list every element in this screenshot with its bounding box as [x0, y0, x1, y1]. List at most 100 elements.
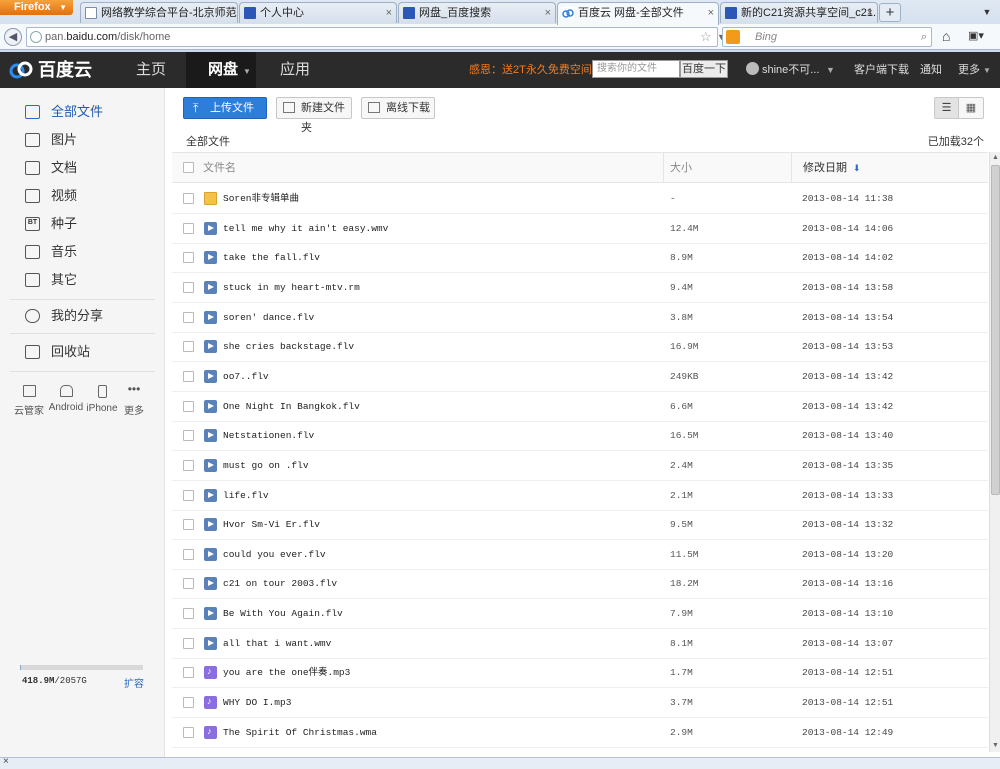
- table-row[interactable]: she cries backstage.flv 16.9M 2013-08-14 1…: [172, 332, 988, 363]
- grid-view-icon[interactable]: ▦: [959, 98, 983, 118]
- close-icon[interactable]: ×: [3, 756, 9, 767]
- table-row[interactable]: all that i want.wmv 8.1M 2013-08-14 13:07: [172, 629, 988, 659]
- file-name[interactable]: oo7..flv: [223, 362, 269, 392]
- promo-link[interactable]: 感恩：送2T永久免费空间: [469, 52, 592, 88]
- table-row[interactable]: stuck in my heart-mtv.rm 9.4M 2013-08-14 1…: [172, 273, 988, 303]
- close-icon[interactable]: ×: [227, 3, 233, 23]
- upload-button[interactable]: ⤒ 上传文件: [183, 97, 267, 119]
- row-checkbox[interactable]: [183, 608, 194, 620]
- row-checkbox[interactable]: [183, 252, 194, 264]
- table-row[interactable]: Netstationen.flv 16.5M 2013-08-14 13:40: [172, 421, 988, 452]
- file-name[interactable]: Soren非专辑单曲: [223, 184, 299, 214]
- device-cloud-manager[interactable]: 云管家: [11, 385, 47, 417]
- bookmark-star-icon[interactable]: ☆: [700, 28, 712, 46]
- offline-download-button[interactable]: 离线下载: [361, 97, 435, 119]
- file-name[interactable]: could you ever.flv: [223, 540, 326, 570]
- scrollbar[interactable]: ▲ ▼: [989, 152, 1000, 752]
- row-checkbox[interactable]: [183, 400, 194, 412]
- file-name[interactable]: WHY DO I.mp3: [223, 688, 291, 718]
- browser-tab[interactable]: 网络教学综合平台-北京师范... ×: [80, 2, 238, 23]
- browser-tab[interactable]: 新的C21资源共享空间_c21... ×: [720, 2, 878, 23]
- search-icon[interactable]: ⌕: [921, 28, 927, 46]
- row-checkbox[interactable]: [183, 667, 194, 679]
- row-checkbox[interactable]: [183, 430, 194, 442]
- column-header-date[interactable]: 修改日期 ⬇: [791, 153, 861, 183]
- tab-list-icon[interactable]: ▼: [977, 3, 997, 22]
- table-row[interactable]: must go on .flv 2.4M 2013-08-14 13:35: [172, 451, 988, 481]
- row-checkbox[interactable]: [183, 281, 194, 293]
- device-more[interactable]: ••• 更多: [116, 383, 152, 417]
- sidebar-item-music[interactable]: 音乐: [0, 238, 165, 266]
- scroll-thumb[interactable]: [991, 165, 1000, 495]
- file-name[interactable]: life.flv: [223, 481, 269, 511]
- file-name[interactable]: One Night In Bangkok.flv: [223, 392, 360, 422]
- file-name[interactable]: must go on .flv: [223, 451, 309, 481]
- table-row[interactable]: Be With You Again.flv 7.9M 2013-08-14 13:1…: [172, 599, 988, 630]
- file-name[interactable]: Hvor Sm-Vi Er.flv: [223, 510, 320, 540]
- row-checkbox[interactable]: [183, 311, 194, 323]
- row-checkbox[interactable]: [183, 726, 194, 738]
- file-search-input[interactable]: 搜索你的文件: [592, 60, 680, 78]
- browser-tab-active[interactable]: 百度云 网盘-全部文件 ×: [557, 2, 719, 25]
- select-all-checkbox[interactable]: [183, 162, 194, 173]
- expand-storage-link[interactable]: 扩容: [124, 675, 144, 690]
- breadcrumb[interactable]: 全部文件: [186, 133, 230, 149]
- sidebar-item-my-shares[interactable]: 我的分享: [0, 302, 165, 330]
- list-view-icon[interactable]: ☰: [935, 98, 959, 118]
- table-row[interactable]: Hvor Sm-Vi Er.flv 9.5M 2013-08-14 13:32: [172, 510, 988, 541]
- row-checkbox[interactable]: [183, 222, 194, 234]
- file-name[interactable]: The Spirit Of Christmas.wma: [223, 718, 377, 748]
- table-row[interactable]: tell me why it ain't easy.wmv 12.4M 2013-0…: [172, 214, 988, 244]
- device-iphone[interactable]: iPhone: [84, 385, 120, 414]
- column-header-size[interactable]: 大小: [663, 153, 791, 183]
- close-icon[interactable]: ×: [386, 3, 392, 23]
- row-checkbox[interactable]: [183, 637, 194, 649]
- extension-menu-icon[interactable]: ▣▾: [968, 29, 988, 43]
- nav-netdisk[interactable]: 网盘 ▼: [186, 52, 256, 88]
- file-name[interactable]: Be With You Again.flv: [223, 599, 343, 629]
- table-row[interactable]: you are the one伴奏.mp3 1.7M 2013-08-14 12:5…: [172, 658, 988, 689]
- bing-engine-icon[interactable]: [726, 30, 740, 44]
- client-download-link[interactable]: 客户端下载: [854, 52, 909, 88]
- home-icon[interactable]: ⌂: [942, 28, 950, 44]
- file-name[interactable]: tell me why it ain't easy.wmv: [223, 214, 388, 244]
- close-icon[interactable]: ×: [708, 3, 714, 23]
- scroll-down-arrow[interactable]: ▼: [990, 740, 1000, 752]
- sidebar-item-videos[interactable]: 视频: [0, 182, 165, 210]
- table-row[interactable]: oo7..flv 249KB 2013-08-14 13:42: [172, 362, 988, 392]
- file-name[interactable]: all that i want.wmv: [223, 629, 331, 659]
- row-checkbox[interactable]: [183, 489, 194, 501]
- file-name[interactable]: Netstationen.flv: [223, 421, 314, 451]
- column-header-name[interactable]: 文件名: [203, 153, 236, 183]
- row-checkbox[interactable]: [183, 459, 194, 471]
- file-name[interactable]: take the fall.flv: [223, 243, 320, 273]
- row-checkbox[interactable]: [183, 578, 194, 590]
- row-checkbox[interactable]: [183, 341, 194, 353]
- sidebar-item-images[interactable]: 图片: [0, 126, 165, 154]
- table-row[interactable]: WHY DO I.mp3 3.7M 2013-08-14 12:51: [172, 688, 988, 719]
- row-checkbox[interactable]: [183, 193, 194, 204]
- close-icon[interactable]: ×: [867, 3, 873, 23]
- baidu-cloud-logo[interactable]: 百度云: [8, 58, 92, 82]
- search-button[interactable]: 百度一下: [680, 60, 728, 78]
- file-name[interactable]: she cries backstage.flv: [223, 332, 354, 362]
- sidebar-item-recycle-bin[interactable]: 回收站: [0, 338, 165, 366]
- table-row[interactable]: could you ever.flv 11.5M 2013-08-14 13:20: [172, 540, 988, 570]
- file-name[interactable]: soren' dance.flv: [223, 303, 314, 333]
- more-menu[interactable]: 更多 ▼: [958, 52, 991, 89]
- file-name[interactable]: c21 on tour 2003.flv: [223, 569, 337, 599]
- sidebar-item-torrents[interactable]: BT 种子: [0, 210, 165, 238]
- sidebar-item-all-files[interactable]: 全部文件: [0, 98, 165, 126]
- table-row[interactable]: Soren非专辑单曲 - 2013-08-14 11:38: [172, 184, 988, 214]
- browser-tab[interactable]: 个人中心 ×: [239, 2, 397, 23]
- table-row[interactable]: One Night In Bangkok.flv 6.6M 2013-08-14 1…: [172, 392, 988, 422]
- firefox-menu-button[interactable]: Firefox ▼: [0, 0, 73, 15]
- chevron-down-icon[interactable]: ▼: [826, 52, 835, 88]
- table-row[interactable]: soren' dance.flv 3.8M 2013-08-14 13:54: [172, 303, 988, 333]
- browser-search-input[interactable]: Bing ⌕: [722, 27, 932, 47]
- back-button[interactable]: ◀: [4, 28, 22, 46]
- notifications-link[interactable]: 通知: [920, 52, 942, 88]
- row-checkbox[interactable]: [183, 697, 194, 709]
- nav-apps[interactable]: 应用: [262, 52, 328, 88]
- new-folder-button[interactable]: 新建文件夹: [276, 97, 352, 134]
